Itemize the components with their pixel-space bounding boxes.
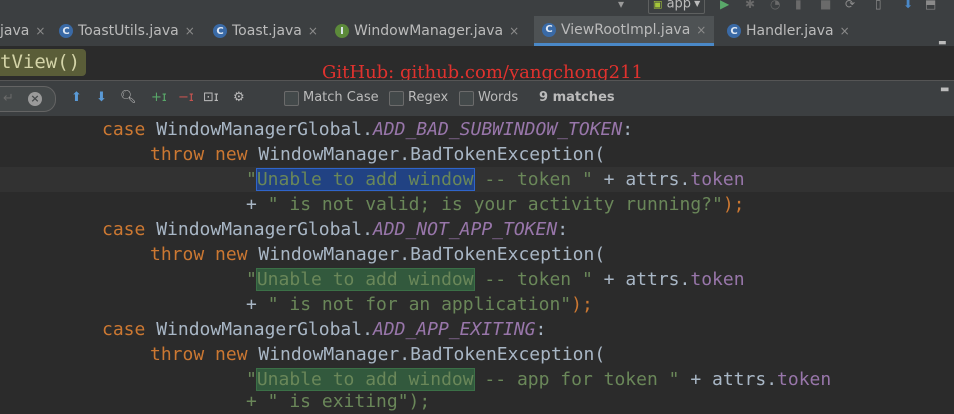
close-icon[interactable]: × <box>840 24 850 38</box>
next-occurrence-icon[interactable]: ⬇ <box>96 89 107 107</box>
close-icon[interactable]: × <box>308 24 318 38</box>
breadcrumb[interactable]: tView() <box>0 49 87 76</box>
match-case-label[interactable]: Match Case <box>303 89 379 107</box>
profile-icon[interactable]: ◔ <box>770 0 780 10</box>
code-line: "Unable to add window -- token " + attrs… <box>246 268 745 291</box>
stop-icon[interactable]: ■ <box>820 0 831 10</box>
run-configuration-label: app <box>666 0 692 12</box>
gear-icon[interactable]: ⚙ <box>233 89 245 107</box>
select-all-occurrences-icon[interactable]: ⊡ɪ <box>203 89 219 107</box>
more-options-icon[interactable]: ▬ <box>940 84 949 95</box>
chevron-down-icon: ▼ <box>694 0 701 8</box>
code-line-partial: + " is exiting"); <box>246 391 431 412</box>
close-icon[interactable]: × <box>696 23 706 37</box>
java-class-icon: C <box>542 22 556 37</box>
code-line: + " is not for an application"); <box>246 294 593 315</box>
code-line: throw new WindowManager.BadTokenExceptio… <box>150 344 606 365</box>
previous-occurrence-icon[interactable]: ⬆ <box>71 89 82 107</box>
match-highlight: Unable to add window <box>255 368 475 391</box>
sync-icon[interactable]: ⟳ <box>845 0 855 10</box>
code-line: case WindowManagerGlobal.ADD_NOT_APP_TOK… <box>102 219 569 240</box>
code-line: case WindowManagerGlobal.ADD_BAD_SUBWIND… <box>102 119 634 140</box>
clear-search-icon[interactable]: × <box>28 92 42 106</box>
android-app-icon: ▣ <box>653 0 663 11</box>
unselect-occurrence-icon[interactable]: −ɪ <box>178 89 194 107</box>
tab-windowmanager[interactable]: I WindowManager.java × <box>335 16 519 46</box>
tab-handler[interactable]: C Handler.java × <box>727 16 850 46</box>
close-icon[interactable]: × <box>509 24 519 38</box>
regex-checkbox[interactable] <box>389 91 404 106</box>
regex-label[interactable]: Regex <box>408 89 448 107</box>
code-line: + " is not valid; is your activity runni… <box>246 194 745 215</box>
java-class-icon: C <box>213 24 227 38</box>
editor-tab-bar: java × C ToastUtils.java × C Toast.java … <box>0 16 954 47</box>
sdk-manager-icon[interactable]: ▾ <box>618 0 624 10</box>
code-line: case WindowManagerGlobal.ADD_APP_EXITING… <box>102 319 547 340</box>
code-line: throw new WindowManager.BadTokenExceptio… <box>150 244 606 265</box>
close-icon[interactable]: × <box>185 24 195 38</box>
words-label[interactable]: Words <box>478 89 518 107</box>
match-highlight: Unable to add window <box>255 268 475 291</box>
download-icon[interactable]: ⬇ <box>903 0 913 10</box>
search-input[interactable]: ↵ × <box>0 86 56 112</box>
tab-label: ToastUtils.java <box>78 23 179 39</box>
tab-label: Handler.java <box>746 23 834 39</box>
tab-viewrootimpl[interactable]: C ViewRootImpl.java × <box>534 16 715 46</box>
coverage-icon[interactable]: ▮ <box>795 0 802 10</box>
find-all-icon[interactable]: 🔍︎ <box>120 89 137 107</box>
debug-icon[interactable]: ✱ <box>745 0 755 10</box>
avd-manager-icon[interactable]: ▯ <box>875 0 882 10</box>
tab-java[interactable]: java × <box>0 16 45 46</box>
tab-label: ViewRootImpl.java <box>561 21 691 38</box>
update-icon[interactable]: ⬒ <box>925 0 936 10</box>
add-selection-icon[interactable]: +ɪ <box>151 89 167 107</box>
code-line: throw new WindowManager.BadTokenExceptio… <box>150 144 606 165</box>
current-match-highlight: Unable to add window <box>255 168 475 191</box>
run-configuration-select[interactable]: ▣ app ▼ <box>648 0 706 14</box>
tab-label: WindowManager.java <box>354 23 504 39</box>
code-editor[interactable]: case WindowManagerGlobal.ADD_BAD_SUBWIND… <box>0 116 954 412</box>
main-toolbar: ▾ ▣ app ▼ ▶ ✱ ◔ ▮ ■ ⟳ ▯ ⬇ ⬒ <box>0 0 954 16</box>
tab-toastutils[interactable]: C ToastUtils.java × <box>59 16 195 46</box>
tab-label: java <box>0 23 30 39</box>
match-case-checkbox[interactable] <box>284 91 299 106</box>
words-checkbox[interactable] <box>459 91 474 106</box>
java-class-icon: C <box>727 24 741 38</box>
java-interface-icon: I <box>335 24 349 38</box>
code-line-current: "Unable to add window -- token " + attrs… <box>0 167 954 192</box>
run-icon[interactable]: ▶ <box>720 0 729 10</box>
java-class-icon: C <box>59 24 73 38</box>
tab-label: Toast.java <box>232 23 302 39</box>
match-count: 9 matches <box>539 90 615 105</box>
enter-icon: ↵ <box>3 91 14 106</box>
close-icon[interactable]: × <box>35 24 45 38</box>
find-bar: ↵ × ⬆ ⬇ 🔍︎ +ɪ −ɪ ⊡ɪ ⚙ Match Case Regex W… <box>0 80 954 117</box>
tab-toast[interactable]: C Toast.java × <box>213 16 318 46</box>
